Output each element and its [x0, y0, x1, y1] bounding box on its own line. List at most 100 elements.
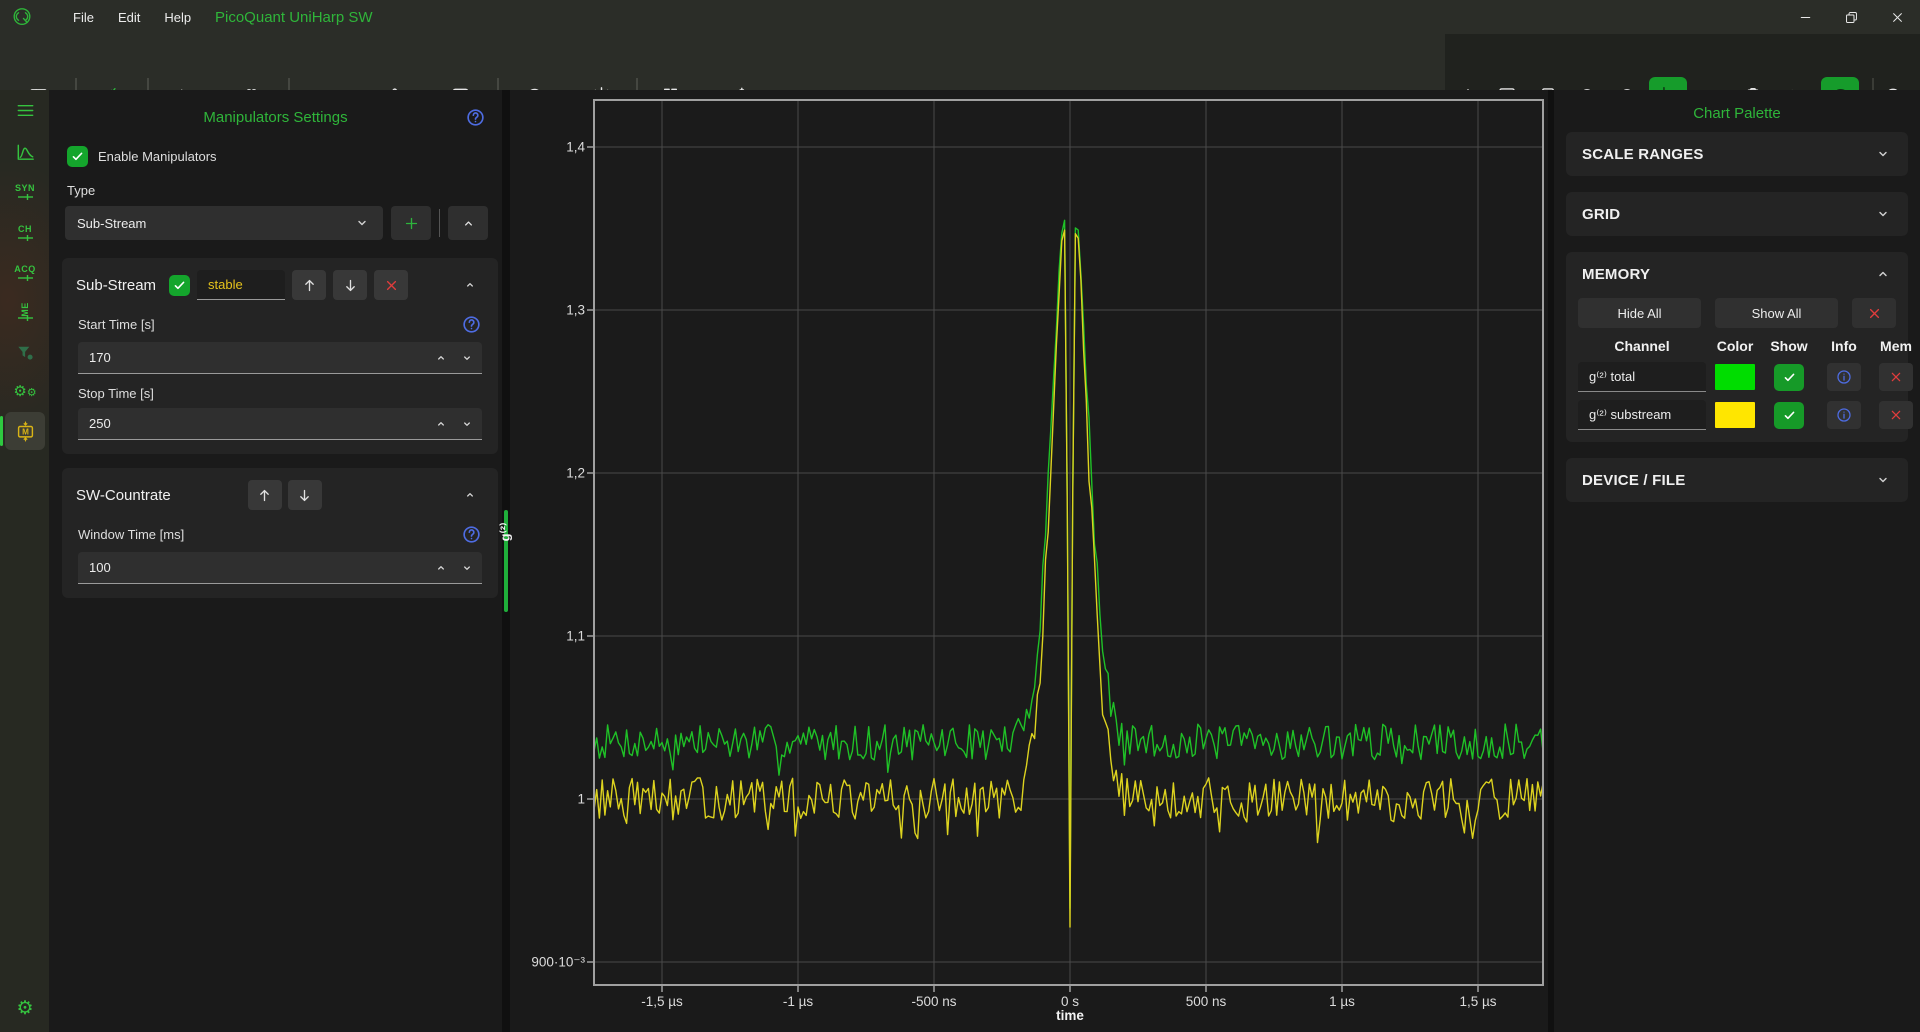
channel-info-button[interactable]	[1827, 401, 1861, 429]
device-file-section: DEVICE / FILE	[1566, 458, 1908, 502]
substream-card: Sub-Stream Start Time [s] Stop Time [s]	[62, 258, 498, 454]
sidebar-item-filter-settings[interactable]	[5, 334, 45, 372]
window-controls	[1782, 0, 1920, 34]
menu-bar: FileEditHelp	[61, 0, 203, 34]
chevron-up-sm-icon	[433, 350, 449, 366]
x-tick-label: -500 ns	[911, 994, 956, 1009]
scale-ranges-header[interactable]: SCALE RANGES	[1566, 132, 1908, 176]
sidebar-item-histogram[interactable]	[5, 133, 45, 171]
grid-section: GRID	[1566, 192, 1908, 236]
hide-all-button[interactable]: Hide All	[1578, 298, 1701, 328]
show-all-button[interactable]: Show All	[1715, 298, 1838, 328]
remove-substream-button[interactable]	[374, 270, 408, 300]
chevron-up-sm-icon	[462, 277, 478, 293]
grid-header[interactable]: GRID	[1566, 192, 1908, 236]
gear-icon: ⚙	[16, 997, 33, 1020]
help-icon[interactable]	[461, 524, 482, 545]
app-logo-icon	[11, 6, 33, 28]
window-time-input[interactable]	[78, 552, 482, 583]
channel-name-field[interactable]	[1578, 362, 1706, 392]
substream-name-field[interactable]	[197, 270, 285, 300]
sidebar-item-acquisition-settings[interactable]: ACQ	[5, 254, 45, 292]
move-up-button[interactable]	[248, 480, 282, 510]
menu-file[interactable]: File	[61, 0, 106, 34]
stop-time-input[interactable]	[78, 408, 482, 439]
restore-button[interactable]	[1828, 0, 1874, 34]
sidebar-item-label: SYN	[15, 184, 35, 193]
arrow-down-icon	[342, 277, 359, 294]
memory-header[interactable]: MEMORY	[1566, 252, 1908, 296]
sidebar-item-sync-settings[interactable]: SYN	[5, 173, 45, 211]
check-icon	[70, 149, 85, 164]
channel-name-field[interactable]	[1578, 400, 1706, 430]
channel-name-input[interactable]	[1578, 400, 1706, 429]
memory-col-color: Color	[1717, 338, 1754, 354]
sidebar-item-manipulators[interactable]: M	[5, 412, 45, 450]
channel-color-swatch[interactable]	[1715, 402, 1755, 428]
chart-palette-panel: Chart Palette SCALE RANGES GRID MEMORY H…	[1554, 90, 1920, 1032]
start-time-label: Start Time [s]	[78, 317, 155, 332]
enable-manipulators-checkbox[interactable]	[67, 146, 88, 167]
manipulator-type-select[interactable]: Sub-Stream	[65, 206, 383, 240]
memory-row	[1578, 400, 1896, 430]
minus-icon	[1797, 9, 1814, 26]
minimize-button[interactable]	[1782, 0, 1828, 34]
spin-down-button[interactable]	[454, 342, 480, 373]
channel-color-swatch[interactable]	[1715, 364, 1755, 390]
chevron-down-icon	[1874, 205, 1892, 223]
move-up-button[interactable]	[292, 270, 326, 300]
substream-enabled-checkbox[interactable]	[169, 275, 190, 296]
spin-down-button[interactable]	[454, 552, 480, 583]
substream-name-input[interactable]	[197, 270, 285, 299]
channel-info-button[interactable]	[1827, 363, 1861, 391]
sidebar-item-channel-settings[interactable]: CH	[5, 214, 45, 252]
help-icon[interactable]	[465, 107, 486, 128]
spin-up-button[interactable]	[428, 342, 454, 373]
restore-icon	[1843, 9, 1860, 26]
info-icon	[1835, 406, 1853, 424]
menu-edit[interactable]: Edit	[106, 0, 152, 34]
clear-all-memory-button[interactable]	[1852, 298, 1896, 328]
memory-col-info: Info	[1831, 338, 1857, 354]
sidebar-item-processing-settings[interactable]: ⚙⚙	[5, 373, 45, 411]
chevron-down-icon	[1874, 145, 1892, 163]
y-tick-label: 1,4	[566, 140, 585, 155]
collapse-countrate-button[interactable]	[456, 481, 484, 509]
g2-chart[interactable]: -1,5 µs-1 µs-500 ns0 s500 ns1 µs1,5 µs1,…	[510, 90, 1548, 1032]
memory-table-header: ChannelColorShowInfoMem	[1578, 338, 1896, 354]
collapse-substream-button[interactable]	[456, 271, 484, 299]
spin-up-button[interactable]	[428, 552, 454, 583]
device-file-header[interactable]: DEVICE / FILE	[1566, 458, 1908, 502]
window-time-spinner[interactable]	[78, 552, 482, 584]
help-icon[interactable]	[461, 314, 482, 335]
y-tick-label: 1,2	[566, 466, 585, 481]
move-down-button[interactable]	[333, 270, 367, 300]
collapse-all-button[interactable]	[448, 206, 488, 240]
start-time-input[interactable]	[78, 342, 482, 373]
move-down-button[interactable]	[288, 480, 322, 510]
channel-mem-clear-button[interactable]	[1879, 401, 1913, 429]
chevron-down-icon	[1874, 145, 1892, 163]
sidebar-item-menu[interactable]	[5, 91, 45, 129]
sidebar-item-measurement-settings[interactable]: ME	[5, 294, 45, 332]
add-manipulator-button[interactable]	[391, 206, 431, 240]
channel-name-input[interactable]	[1578, 362, 1706, 391]
panel-splitter[interactable]	[502, 90, 510, 1032]
chevron-up-icon	[460, 215, 477, 232]
channel-mem-clear-button[interactable]	[1879, 363, 1913, 391]
stop-time-spinner[interactable]	[78, 408, 482, 440]
app-title: PicoQuant UniHarp SW	[215, 0, 373, 34]
close-button[interactable]	[1874, 0, 1920, 34]
spin-down-button[interactable]	[454, 408, 480, 439]
slider-glyph-icon	[18, 235, 33, 241]
slider-glyph-icon	[18, 275, 33, 281]
menu-help[interactable]: Help	[152, 0, 203, 34]
channel-show-checkbox[interactable]	[1774, 364, 1804, 391]
sidebar-item-settings[interactable]: ⚙	[5, 989, 45, 1027]
spin-up-button[interactable]	[428, 408, 454, 439]
start-time-spinner[interactable]	[78, 342, 482, 374]
section-label: DEVICE / FILE	[1582, 472, 1685, 489]
channel-show-checkbox[interactable]	[1774, 402, 1804, 429]
x-icon	[383, 277, 400, 294]
sidebar-item-label: CH	[18, 225, 32, 234]
